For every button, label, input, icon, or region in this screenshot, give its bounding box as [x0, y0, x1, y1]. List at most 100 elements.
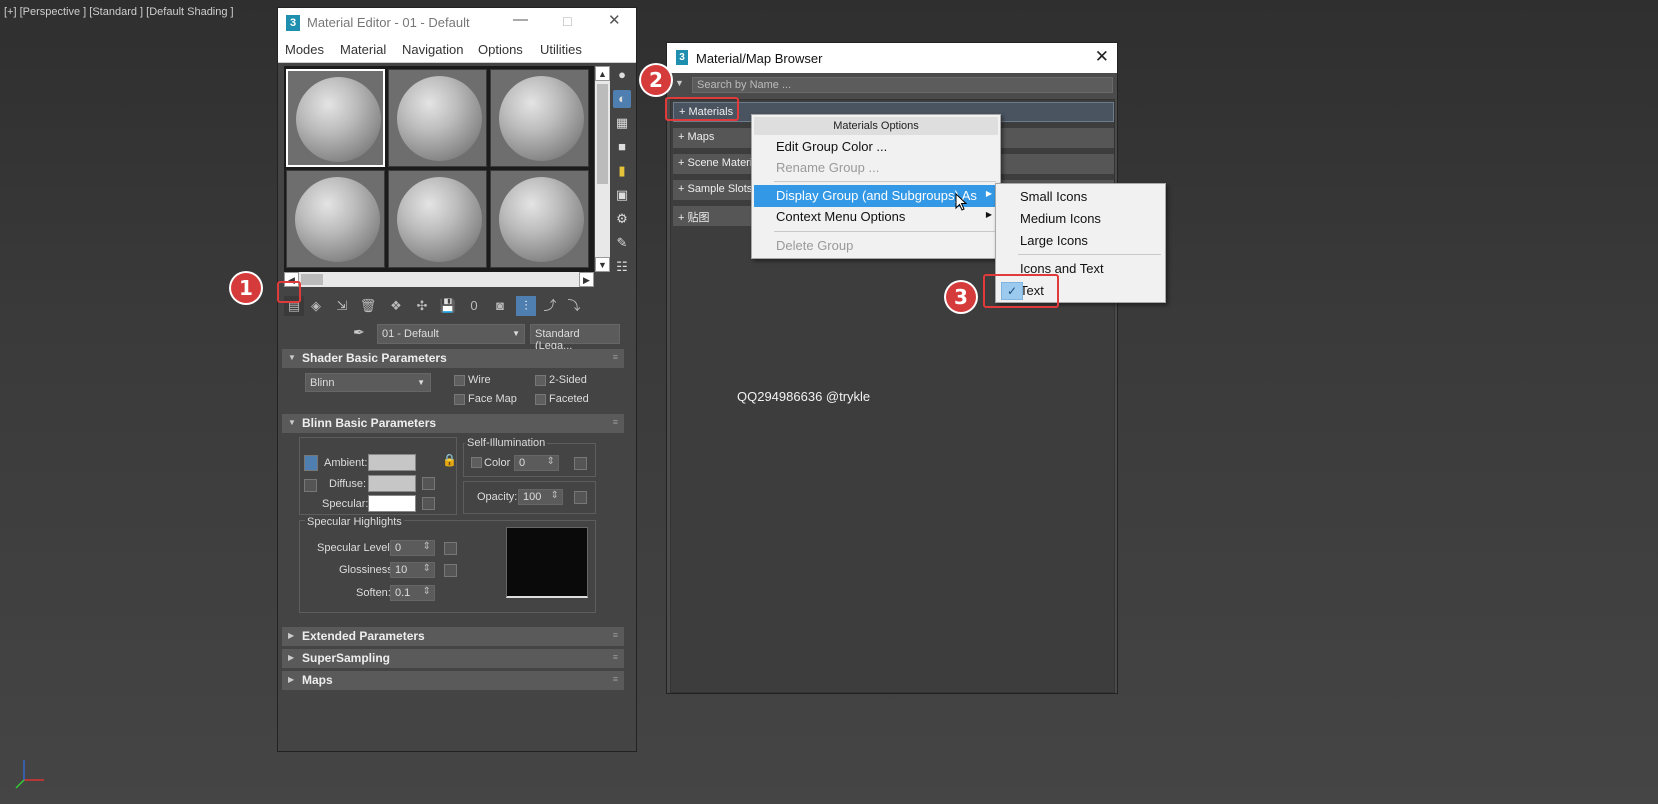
slots-vertical-scrollbar[interactable]: ▲ ▼ — [595, 66, 610, 272]
put-to-library-icon[interactable]: 💾 — [438, 296, 458, 316]
lock-ambient-diffuse-map-icon[interactable] — [304, 455, 318, 471]
scroll-down-icon[interactable]: ▼ — [595, 257, 610, 272]
material-map-navigator-icon[interactable]: ☷ — [613, 258, 631, 276]
diffuse-map-button[interactable] — [422, 477, 435, 490]
go-forward-sibling-icon[interactable]: ⤵ — [564, 296, 584, 316]
specular-level-map-button[interactable] — [444, 542, 457, 555]
make-unique-icon[interactable]: ✣ — [412, 296, 432, 316]
menu-utilities[interactable]: Utilities — [540, 42, 582, 57]
material-toolbar: ▤ ◈ ⇲ 🗑 ❖ ✣ 💾 0 ◙ ⫶ ⤴ ⤵ — [284, 296, 630, 318]
scroll-right-icon[interactable]: ▶ — [579, 272, 594, 287]
maps-rollout[interactable]: Maps≡ — [282, 671, 624, 690]
menu-modes[interactable]: Modes — [285, 42, 324, 57]
wire-label: Wire — [468, 374, 491, 386]
annotation-box-3 — [983, 274, 1059, 308]
opacity-map-button[interactable] — [574, 491, 587, 504]
material-type-button[interactable]: Standard (Lega... — [530, 324, 620, 352]
scroll-up-icon[interactable]: ▲ — [595, 66, 610, 81]
diffuse-color-swatch[interactable] — [368, 475, 416, 492]
browser-title: Material/Map Browser — [696, 51, 823, 66]
sample-slot[interactable] — [286, 170, 385, 268]
annotation-badge-2: 2 — [641, 65, 671, 95]
sample-uv-tiling-icon[interactable]: ■ — [613, 138, 631, 156]
select-by-material-icon[interactable]: ✎ — [613, 234, 631, 252]
reset-map-icon[interactable]: 🗑 — [358, 296, 378, 316]
viewport-label[interactable]: [+] [Perspective ] [Standard ] [Default … — [4, 6, 234, 18]
self-illum-color-checkbox[interactable] — [471, 457, 482, 468]
materials-options-menu: Materials Options Edit Group Color ... R… — [751, 114, 1001, 259]
options-icon[interactable]: ⚙ — [613, 210, 631, 228]
menu-header: Materials Options — [754, 117, 998, 135]
blinn-basic-rollout-header[interactable]: Blinn Basic Parameters≡ — [282, 414, 624, 433]
glossiness-map-button[interactable] — [444, 564, 457, 577]
large-icons-item[interactable]: Large Icons — [998, 230, 1163, 252]
make-copy-icon[interactable]: ❖ — [386, 296, 406, 316]
face-map-checkbox[interactable] — [454, 394, 465, 405]
sample-slot[interactable] — [388, 170, 487, 268]
specular-color-swatch[interactable] — [368, 495, 416, 512]
eyedropper-icon[interactable]: ✒ — [353, 324, 373, 344]
minimize-button[interactable]: — — [513, 11, 528, 28]
small-icons-item[interactable]: Small Icons — [998, 186, 1163, 208]
opacity-label: Opacity: — [477, 491, 518, 503]
specular-level-label: Specular Level: — [317, 542, 393, 554]
video-color-check-icon[interactable]: ▮ — [613, 162, 631, 180]
annotation-badge-1: 1 — [231, 273, 261, 303]
go-to-parent-icon[interactable]: ⤴ — [540, 296, 560, 316]
put-material-to-scene-icon[interactable]: ◈ — [306, 296, 326, 316]
edit-group-color-item[interactable]: Edit Group Color ... — [754, 136, 998, 158]
self-illum-map-button[interactable] — [574, 457, 587, 470]
glossiness-spinner[interactable]: 10 — [390, 562, 435, 578]
search-input[interactable]: Search by Name ... — [692, 77, 1113, 93]
menu-separator — [1018, 254, 1161, 255]
menu-navigation[interactable]: Navigation — [402, 42, 463, 57]
lock-icon[interactable]: 🔒 — [442, 453, 457, 467]
show-end-result-icon[interactable]: ⫶ — [516, 296, 536, 316]
slots-horizontal-scrollbar[interactable]: ◀ ▶ — [284, 272, 594, 287]
sample-slot[interactable] — [286, 69, 385, 167]
menu-material[interactable]: Material — [340, 42, 386, 57]
search-options-icon[interactable]: ▼ — [675, 78, 684, 88]
sample-type-icon[interactable]: ● — [613, 66, 631, 84]
scroll-thumb[interactable] — [597, 84, 608, 184]
maximize-button[interactable]: ☐ — [562, 15, 573, 29]
wire-checkbox[interactable] — [454, 375, 465, 386]
close-button[interactable]: ✕ — [608, 11, 621, 29]
material-name-field[interactable]: 01 - Default ▼ — [377, 324, 525, 344]
specular-map-button[interactable] — [422, 497, 435, 510]
extended-parameters-rollout[interactable]: Extended Parameters≡ — [282, 627, 624, 646]
material-editor-titlebar[interactable]: 3 Material Editor - 01 - Default — ☐ ✕ — [278, 8, 636, 37]
two-sided-label: 2-Sided — [549, 374, 587, 386]
soften-spinner[interactable]: 0.1 — [390, 585, 435, 601]
highlight-curve-preview — [506, 527, 588, 598]
sample-slots — [284, 66, 594, 272]
ambient-color-swatch[interactable] — [368, 454, 416, 471]
specular-level-spinner[interactable]: 0 — [390, 540, 435, 556]
shader-basic-rollout-header[interactable]: Shader Basic Parameters≡ — [282, 349, 624, 368]
ambient-label: Ambient: — [324, 457, 368, 469]
rename-group-item: Rename Group ... — [776, 160, 880, 175]
browser-close-button[interactable]: ✕ — [1095, 47, 1109, 67]
two-sided-checkbox[interactable] — [535, 375, 546, 386]
shader-type-dropdown[interactable]: Blinn ▼ — [305, 373, 431, 392]
lock-diffuse-specular-icon[interactable] — [304, 479, 317, 492]
faceted-checkbox[interactable] — [535, 394, 546, 405]
sample-slot[interactable] — [490, 170, 589, 268]
assign-material-icon[interactable]: ⇲ — [332, 296, 352, 316]
supersampling-rollout[interactable]: SuperSampling≡ — [282, 649, 624, 668]
browser-titlebar[interactable]: 3 Material/Map Browser ✕ — [667, 43, 1117, 73]
menu-options[interactable]: Options — [478, 42, 523, 57]
backlight-icon[interactable]: ◐ — [613, 90, 631, 108]
make-preview-icon[interactable]: ▣ — [613, 186, 631, 204]
material-id-channel-icon[interactable]: 0 — [464, 296, 484, 316]
self-illum-spinner[interactable]: 0 — [514, 455, 559, 471]
watermark: QQ294986636 @trykle — [737, 389, 871, 404]
sample-slot[interactable] — [490, 69, 589, 167]
faceted-label: Faceted — [549, 393, 589, 405]
medium-icons-item[interactable]: Medium Icons — [998, 208, 1163, 230]
opacity-spinner[interactable]: 100 — [518, 489, 563, 505]
scroll-thumb[interactable] — [301, 274, 323, 285]
background-icon[interactable]: ▦ — [613, 114, 631, 132]
show-shaded-material-icon[interactable]: ◙ — [490, 296, 510, 316]
sample-slot[interactable] — [388, 69, 487, 167]
